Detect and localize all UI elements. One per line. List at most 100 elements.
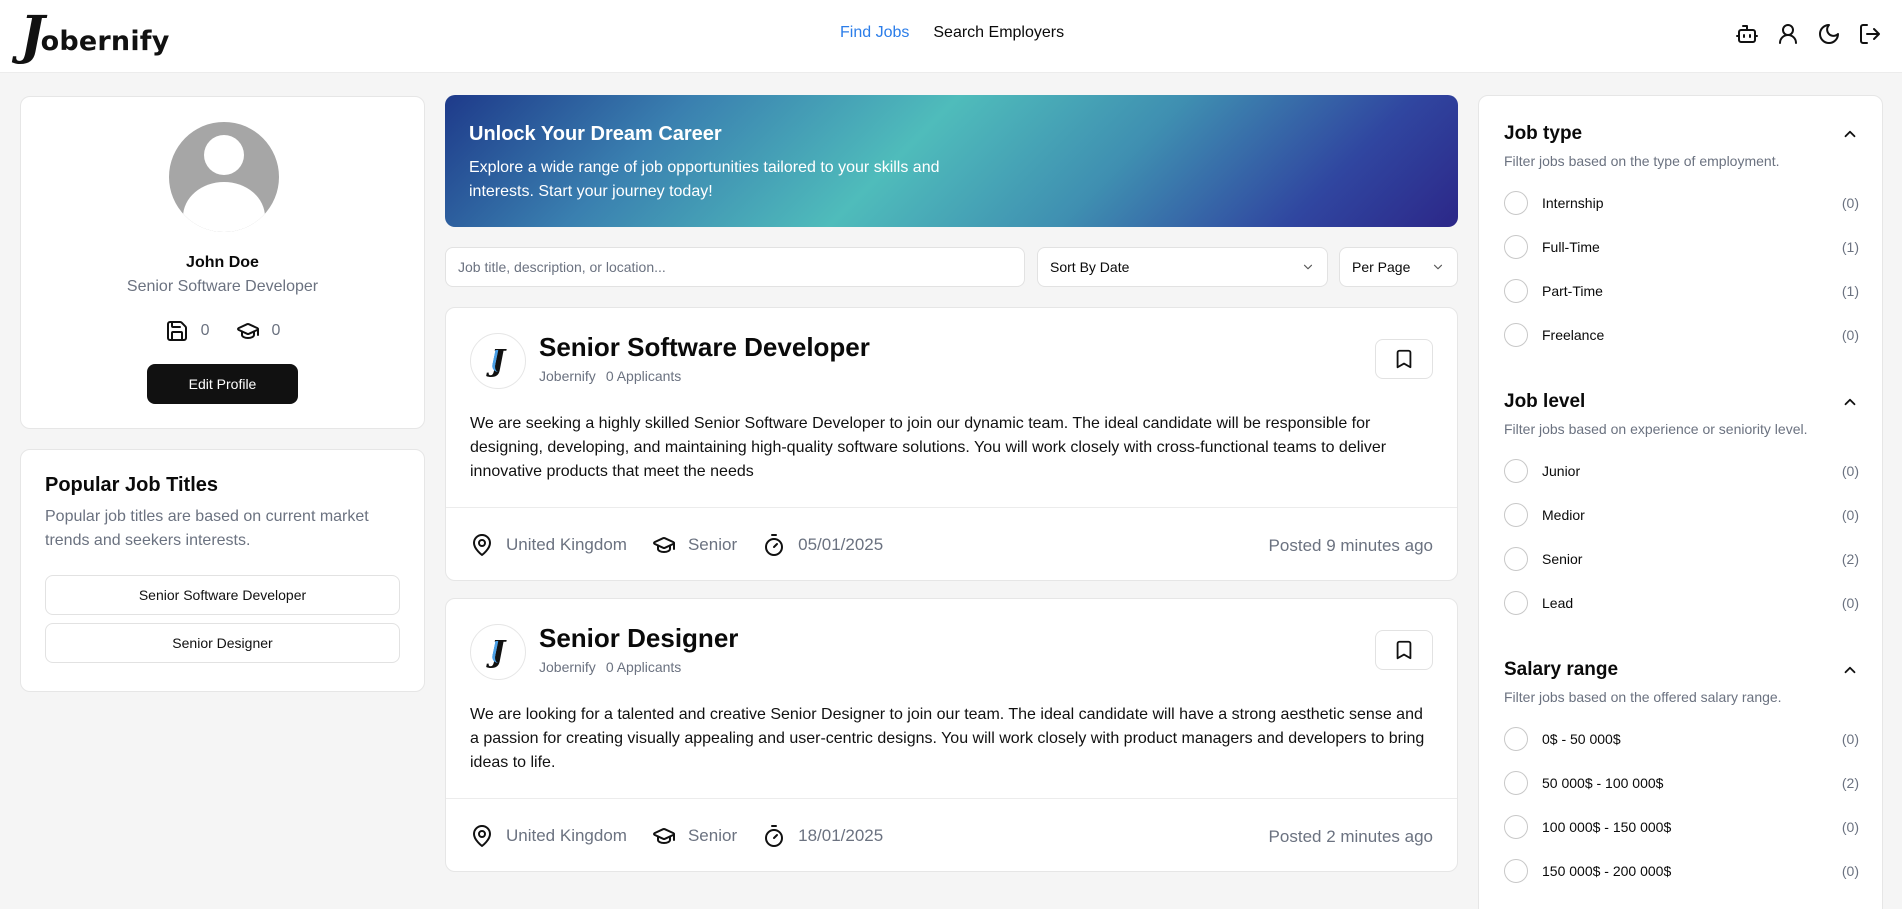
job-type-title: Job type: [1504, 123, 1583, 144]
option-label: Part-Time: [1542, 283, 1603, 299]
filter-option[interactable]: Junior (0): [1504, 449, 1859, 493]
search-input[interactable]: [445, 247, 1025, 287]
chevron-up-icon[interactable]: [1841, 661, 1859, 679]
option-label: Full-Time: [1542, 239, 1600, 255]
radio-button[interactable]: [1504, 815, 1528, 839]
filter-option[interactable]: Part-Time (1): [1504, 269, 1859, 313]
chevron-down-icon: [1433, 264, 1443, 270]
header-actions: [1735, 22, 1882, 46]
filter-option[interactable]: Lead (0): [1504, 581, 1859, 625]
filter-option[interactable]: Full-Time (1): [1504, 225, 1859, 269]
option-count: (0): [1841, 463, 1859, 479]
option-count: (1): [1841, 283, 1859, 299]
filter-option[interactable]: 50 000$ - 100 000$ (2): [1504, 761, 1859, 805]
job-deadline: 18/01/2025: [762, 824, 883, 848]
radio-button[interactable]: [1504, 235, 1528, 259]
salary-range-title: Salary range: [1504, 659, 1619, 680]
nav-search-employers[interactable]: Search Employers: [933, 24, 1064, 42]
filter-option[interactable]: Medior (0): [1504, 493, 1859, 537]
posted-time: Posted 9 minutes ago: [1268, 536, 1433, 555]
option-label: 50 000$ - 100 000$: [1542, 775, 1664, 791]
filter-option[interactable]: 150 000$ - 200 000$ (0): [1504, 849, 1859, 893]
radio-button[interactable]: [1504, 191, 1528, 215]
radio-button[interactable]: [1504, 727, 1528, 751]
logout-icon[interactable]: [1858, 22, 1882, 46]
company-name[interactable]: Jobernify: [539, 659, 596, 675]
filter-option[interactable]: 100 000$ - 150 000$ (0): [1504, 805, 1859, 849]
option-count: (0): [1841, 819, 1859, 835]
job-meta: Jobernify 0 Applicants: [539, 368, 681, 384]
radio-button[interactable]: [1504, 547, 1528, 571]
map-pin-icon: [473, 534, 491, 556]
save-icon: [166, 321, 187, 341]
radio-button[interactable]: [1504, 859, 1528, 883]
bot-icon[interactable]: [1735, 22, 1759, 46]
radio-button[interactable]: [1504, 323, 1528, 347]
popular-item-senior-designer[interactable]: Senior Designer: [45, 623, 400, 663]
option-label: 100 000$ - 150 000$: [1542, 819, 1672, 835]
sort-select[interactable]: Sort By Date: [1037, 247, 1328, 287]
per-page-select[interactable]: Per Page: [1339, 247, 1458, 287]
radio-button[interactable]: [1504, 279, 1528, 303]
company-logo-letter: J: [490, 634, 506, 670]
option-count: (0): [1841, 595, 1859, 611]
brand-logo[interactable]: J obernify: [20, 10, 170, 62]
company-name[interactable]: Jobernify: [539, 368, 596, 384]
job-title[interactable]: Senior Designer: [539, 623, 738, 654]
job-title[interactable]: Senior Software Developer: [539, 332, 870, 363]
company-logo: J: [470, 624, 526, 680]
job-details: United Kingdom Senior 18/01/2025: [470, 824, 908, 848]
chevron-up-icon[interactable]: [1841, 393, 1859, 411]
avatar[interactable]: [169, 122, 279, 232]
popular-title: Popular Job Titles: [45, 474, 218, 496]
main-nav: Find Jobs Search Employers: [840, 24, 1064, 42]
timer-icon: [765, 534, 784, 556]
job-card[interactable]: J Senior Software Developer Jobernify 0 …: [445, 307, 1458, 581]
moon-icon[interactable]: [1817, 22, 1841, 46]
chevron-up-icon[interactable]: [1841, 125, 1859, 143]
bookmark-button[interactable]: [1375, 630, 1433, 670]
option-label: Internship: [1542, 195, 1604, 211]
job-level: Senior: [652, 824, 737, 848]
nav-find-jobs[interactable]: Find Jobs: [840, 24, 909, 42]
map-pin-icon: [473, 825, 491, 847]
job-deadline: 05/01/2025: [762, 533, 883, 557]
radio-button[interactable]: [1504, 459, 1528, 483]
applied-jobs-stat[interactable]: 0: [236, 319, 281, 343]
banner-text: Explore a wide range of job opportunitie…: [469, 159, 940, 200]
location-text: United Kingdom: [506, 535, 627, 554]
filter-option[interactable]: Freelance (0): [1504, 313, 1859, 357]
job-details: United Kingdom Senior 05/01/2025: [470, 533, 908, 557]
option-label: Lead: [1542, 595, 1574, 611]
popular-item-senior-software-developer[interactable]: Senior Software Developer: [45, 575, 400, 615]
salary-range-filter: Salary range Filter jobs based on the of…: [1504, 659, 1859, 893]
job-level: Senior: [652, 533, 737, 557]
level-text: Senior: [687, 535, 738, 554]
bookmark-button[interactable]: [1375, 339, 1433, 379]
job-description: We are seeking a highly skilled Senior S…: [470, 415, 1387, 480]
edit-profile-button[interactable]: Edit Profile: [147, 364, 298, 404]
applied-count: 0: [271, 322, 281, 339]
level-text: Senior: [687, 826, 738, 845]
job-card[interactable]: J Senior Designer Jobernify 0 Applicants…: [445, 598, 1458, 872]
radio-button[interactable]: [1504, 771, 1528, 795]
filter-option[interactable]: Senior (2): [1504, 537, 1859, 581]
profile-card: John Doe Senior Software Developer 0 0 E…: [20, 96, 425, 429]
user-icon[interactable]: [1776, 22, 1800, 46]
divider: [446, 798, 1457, 799]
radio-button[interactable]: [1504, 591, 1528, 615]
filter-option[interactable]: 0$ - 50 000$ (0): [1504, 717, 1859, 761]
filter-option[interactable]: Internship (0): [1504, 181, 1859, 225]
option-label: 0$ - 50 000$: [1542, 731, 1621, 747]
location-text: United Kingdom: [506, 826, 627, 845]
salary-range-description: Filter jobs based on the offered salary …: [1504, 689, 1782, 705]
deadline-text: 18/01/2025: [798, 826, 884, 845]
saved-jobs-stat[interactable]: 0: [165, 319, 210, 343]
option-count: (0): [1841, 327, 1859, 343]
radio-button[interactable]: [1504, 503, 1528, 527]
deadline-text: 05/01/2025: [798, 535, 884, 554]
option-count: (0): [1841, 863, 1859, 879]
option-count: (0): [1841, 731, 1859, 747]
filters-panel: Job type Filter jobs based on the type o…: [1478, 95, 1883, 909]
option-label: 150 000$ - 200 000$: [1542, 863, 1672, 879]
